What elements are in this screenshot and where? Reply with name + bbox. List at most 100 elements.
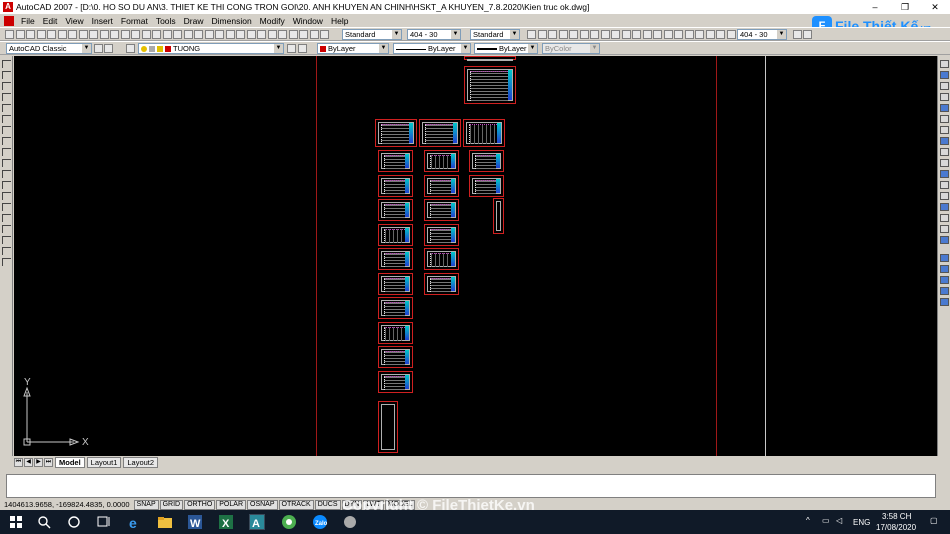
draw-order-icon[interactable]: [940, 254, 949, 262]
toolbar-tool-icon[interactable]: [642, 30, 652, 39]
draw-order-icon[interactable]: [940, 287, 949, 295]
toolbar-tool-icon[interactable]: [600, 30, 610, 39]
minimize-button[interactable]: –: [860, 0, 890, 14]
windows-start-icon[interactable]: [8, 514, 24, 530]
autocad-icon[interactable]: A: [3, 2, 13, 12]
customize-icon[interactable]: [104, 44, 113, 53]
prev-tab-icon[interactable]: ◀: [24, 457, 33, 467]
draw-tool-icon[interactable]: [2, 126, 11, 134]
color-select[interactable]: ByLayer ▼: [317, 43, 389, 54]
toolbar-tool-icon[interactable]: [558, 30, 568, 39]
menu-modify[interactable]: Modify: [260, 16, 285, 26]
draw-tool-icon[interactable]: [2, 71, 11, 79]
draw-tool-icon[interactable]: [2, 258, 11, 266]
toolbar-tool-icon[interactable]: [548, 30, 557, 39]
toolbar-tool-icon[interactable]: [716, 30, 725, 39]
tray-arrow-icon[interactable]: ^: [806, 516, 810, 525]
toolbar-tool-icon[interactable]: [267, 30, 277, 39]
autocad-taskbar-icon[interactable]: A: [249, 514, 265, 530]
toolbar-tool-icon[interactable]: [278, 30, 287, 39]
excel-icon[interactable]: X: [218, 514, 234, 530]
modify-tool-icon[interactable]: [940, 148, 949, 156]
toolbar-tool-icon[interactable]: [611, 30, 620, 39]
chrome-icon[interactable]: [281, 514, 297, 530]
draw-tool-icon[interactable]: [2, 93, 11, 101]
modify-tool-icon[interactable]: [940, 104, 949, 112]
menu-window[interactable]: Window: [293, 16, 323, 26]
toolbar-tool-icon[interactable]: [120, 30, 130, 39]
draw-tool-icon[interactable]: [2, 247, 11, 255]
modify-tool-icon[interactable]: [940, 126, 949, 134]
toolbar-tool-icon[interactable]: [632, 30, 641, 39]
toolbar-tool-icon[interactable]: [579, 30, 589, 39]
network-icon[interactable]: ▭: [822, 516, 830, 525]
language-indicator[interactable]: ENG: [853, 518, 870, 527]
polar-toggle[interactable]: POLAR: [216, 499, 246, 510]
toolbar-tool-icon[interactable]: [183, 30, 193, 39]
draw-tool-icon[interactable]: [2, 104, 11, 112]
toolbar-tool-icon[interactable]: [162, 30, 172, 39]
modify-tool-icon[interactable]: [940, 115, 949, 123]
menu-tools[interactable]: Tools: [156, 16, 176, 26]
snap-toggle[interactable]: SNAP: [133, 499, 159, 510]
toolbar-tool-icon[interactable]: [194, 30, 203, 39]
toolbar-tool-icon[interactable]: [78, 30, 88, 39]
workspace-settings-icon[interactable]: [94, 44, 103, 53]
tab-layout1[interactable]: Layout1: [86, 456, 122, 468]
draw-tool-icon[interactable]: [2, 236, 11, 244]
menu-format[interactable]: Format: [121, 16, 148, 26]
modify-tool-icon[interactable]: [940, 93, 949, 101]
linetype-select[interactable]: ByLayer ▼: [393, 43, 471, 54]
grid-toggle[interactable]: GRID: [159, 499, 184, 510]
restore-button[interactable]: ❐: [890, 0, 920, 14]
draw-order-icon[interactable]: [940, 265, 949, 273]
draw-tool-icon[interactable]: [2, 214, 11, 222]
toolbar-tool-icon[interactable]: [246, 30, 256, 39]
draw-order-icon[interactable]: [940, 298, 949, 306]
toolbar-tool-icon[interactable]: [257, 30, 266, 39]
toolbar-tool-icon[interactable]: [590, 30, 599, 39]
menu-insert[interactable]: Insert: [92, 16, 113, 26]
multileader-style-select[interactable]: 404 - 30 ▼: [737, 29, 787, 40]
toolbar-tool-icon[interactable]: [204, 30, 214, 39]
edge-icon[interactable]: e: [127, 514, 143, 530]
modify-tool-icon[interactable]: [940, 60, 949, 68]
modify-tool-icon[interactable]: [940, 236, 949, 244]
draw-tool-icon[interactable]: [2, 115, 11, 123]
toolbar-tool-icon[interactable]: [152, 30, 161, 39]
toolbar-tool-icon[interactable]: [663, 30, 673, 39]
modify-tool-icon[interactable]: [940, 225, 949, 233]
toolbar-tool-icon[interactable]: [15, 30, 25, 39]
workspace-select[interactable]: AutoCAD Classic ▼: [6, 43, 92, 54]
toolbar-tool-icon[interactable]: [569, 30, 578, 39]
modify-tool-icon[interactable]: [940, 82, 949, 90]
osnap-toggle[interactable]: OSNAP: [247, 499, 278, 510]
layer-previous-icon[interactable]: [298, 44, 307, 53]
toolbar-tool-icon[interactable]: [674, 30, 683, 39]
toolbar-tool-icon[interactable]: [225, 30, 235, 39]
draw-order-icon[interactable]: [940, 276, 949, 284]
first-tab-icon[interactable]: ⏮: [14, 457, 23, 467]
toolbar-tool-icon[interactable]: [68, 30, 77, 39]
volume-icon[interactable]: ◁: [836, 516, 842, 525]
layer-manager-icon[interactable]: [126, 44, 135, 53]
toolbar-tool-icon[interactable]: [726, 30, 736, 39]
modify-tool-icon[interactable]: [940, 71, 949, 79]
text-style-select[interactable]: Standard ▼: [342, 29, 402, 40]
toolbar-tool-icon[interactable]: [288, 30, 298, 39]
toolbar-tool-icon[interactable]: [141, 30, 151, 39]
toolbar-tool-icon[interactable]: [803, 30, 812, 39]
toolbar-tool-icon[interactable]: [299, 30, 308, 39]
toolbar-tool-icon[interactable]: [705, 30, 715, 39]
menu-draw[interactable]: Draw: [184, 16, 204, 26]
menu-dimension[interactable]: Dimension: [212, 16, 252, 26]
otrack-toggle[interactable]: OTRACK: [278, 499, 314, 510]
draw-tool-icon[interactable]: [2, 148, 11, 156]
document-icon[interactable]: [4, 15, 14, 26]
modify-tool-icon[interactable]: [940, 203, 949, 211]
modify-tool-icon[interactable]: [940, 192, 949, 200]
toolbar-tool-icon[interactable]: [537, 30, 547, 39]
toolbar-tool-icon[interactable]: [236, 30, 245, 39]
clock-date[interactable]: 17/08/2020: [876, 523, 916, 532]
draw-tool-icon[interactable]: [2, 60, 11, 68]
